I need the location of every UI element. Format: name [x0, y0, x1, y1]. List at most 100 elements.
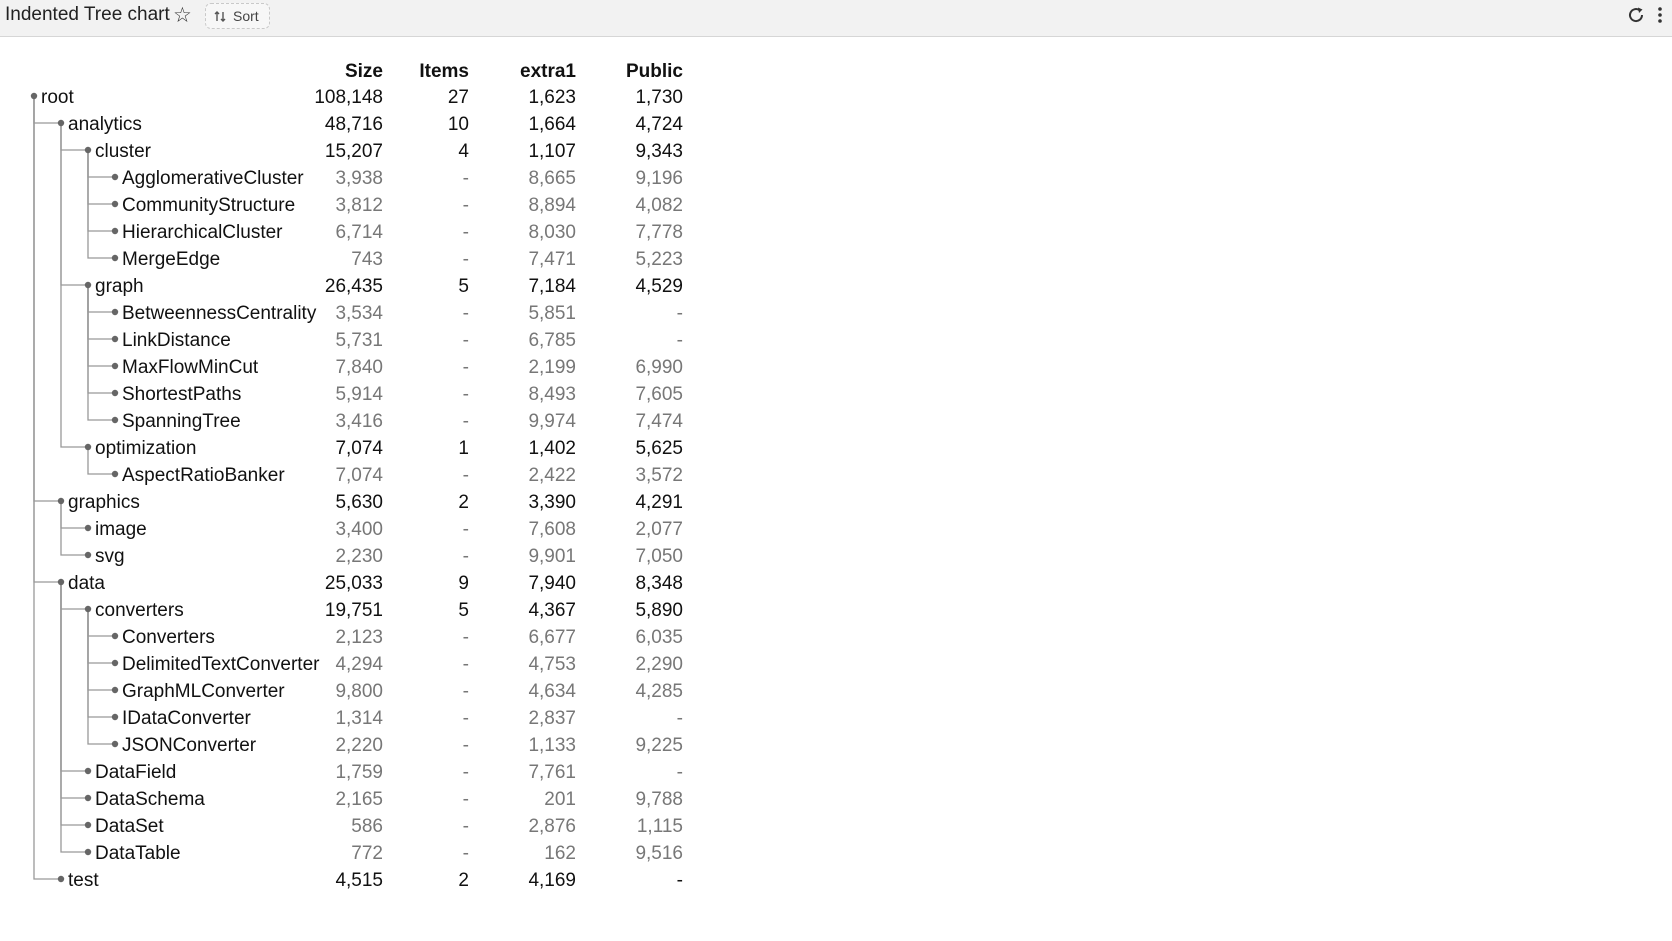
node-label[interactable]: test — [68, 870, 99, 891]
cell-size: 2,165 — [335, 789, 383, 810]
node-label[interactable]: data — [68, 573, 105, 594]
node-label[interactable]: optimization — [95, 438, 196, 459]
star-icon[interactable]: ☆ — [173, 3, 192, 28]
node-label[interactable]: graph — [95, 276, 144, 297]
node-label[interactable]: LinkDistance — [122, 330, 231, 351]
cell-extra1: 162 — [544, 843, 576, 864]
cell-size: 26,435 — [325, 276, 383, 297]
cell-size: 7,840 — [335, 357, 383, 378]
cell-public: - — [677, 870, 683, 891]
node-label[interactable]: SpanningTree — [122, 411, 241, 432]
node-label[interactable]: graphics — [68, 492, 140, 513]
cell-public: - — [677, 330, 683, 351]
cell-items: - — [463, 357, 469, 378]
node-dot — [84, 551, 92, 559]
node-label[interactable]: Converters — [122, 627, 215, 648]
node-label[interactable]: BetweennessCentrality — [122, 303, 317, 324]
cell-extra1: 1,402 — [528, 438, 576, 459]
tree-link — [60, 582, 88, 799]
cell-extra1: 5,851 — [528, 303, 576, 324]
cell-public: 5,890 — [635, 600, 683, 621]
tree-svg: Size Items extra1 Public root 108,148 27 1,623 1… — [30, 61, 683, 891]
cell-extra1: 201 — [544, 789, 576, 810]
cell-size: 3,400 — [335, 519, 383, 540]
node-label[interactable]: DataTable — [95, 843, 181, 864]
cell-size: 3,938 — [335, 168, 383, 189]
cell-items: - — [463, 384, 469, 405]
cell-size: 108,148 — [314, 87, 383, 108]
tree-link — [87, 285, 115, 421]
column-header: Size — [345, 61, 383, 82]
node-label[interactable]: DataField — [95, 762, 176, 783]
cell-items: - — [463, 411, 469, 432]
cell-public: 9,343 — [635, 141, 683, 162]
cell-public: 9,196 — [635, 168, 683, 189]
node-dot — [84, 821, 92, 829]
tree-link — [60, 582, 88, 772]
node-dot — [57, 875, 65, 883]
cell-size: 4,515 — [335, 870, 383, 891]
cell-extra1: 6,677 — [528, 627, 576, 648]
node-label[interactable]: converters — [95, 600, 184, 621]
cell-extra1: 8,030 — [528, 222, 576, 243]
cell-public: 4,291 — [635, 492, 683, 513]
cell-items: 9 — [458, 573, 469, 594]
node-dot — [84, 146, 92, 154]
node-label[interactable]: cluster — [95, 141, 152, 162]
sort-button[interactable]: Sort — [205, 3, 270, 29]
sort-icon — [214, 10, 226, 22]
cell-public: 9,516 — [635, 843, 683, 864]
node-dot — [84, 443, 92, 451]
chart-title: Indented Tree chart — [5, 4, 170, 25]
tree-link — [33, 96, 61, 583]
node-label[interactable]: DelimitedTextConverter — [122, 654, 320, 675]
refresh-icon[interactable] — [1626, 5, 1646, 25]
node-label[interactable]: JSONConverter — [122, 735, 257, 756]
node-label[interactable]: ShortestPaths — [122, 384, 241, 405]
node-label[interactable]: AspectRatioBanker — [122, 465, 285, 486]
node-label[interactable]: MergeEdge — [122, 249, 220, 270]
cell-size: 5,731 — [335, 330, 383, 351]
node-label[interactable]: MaxFlowMinCut — [122, 357, 259, 378]
cell-size: 19,751 — [325, 600, 383, 621]
node-label[interactable]: DataSchema — [95, 789, 205, 810]
cell-public: - — [677, 762, 683, 783]
cell-public: 3,572 — [635, 465, 683, 486]
tree-link — [33, 96, 61, 880]
cell-items: - — [463, 330, 469, 351]
node-label[interactable]: AgglomerativeCluster — [122, 168, 304, 189]
node-label[interactable]: DataSet — [95, 816, 164, 837]
cell-extra1: 9,901 — [528, 546, 576, 567]
tree-link — [60, 582, 88, 853]
node-dot — [84, 524, 92, 532]
cell-extra1: 7,761 — [528, 762, 576, 783]
node-label[interactable]: analytics — [68, 114, 142, 135]
cell-public: 4,082 — [635, 195, 683, 216]
node-label[interactable]: image — [95, 519, 147, 540]
node-label[interactable]: GraphMLConverter — [122, 681, 285, 702]
cell-extra1: 2,199 — [528, 357, 576, 378]
node-label[interactable]: svg — [95, 546, 125, 567]
node-label[interactable]: CommunityStructure — [122, 195, 295, 216]
cell-public: 4,724 — [635, 114, 683, 135]
cell-public: 4,529 — [635, 276, 683, 297]
cell-items: - — [463, 519, 469, 540]
node-label[interactable]: IDataConverter — [122, 708, 252, 729]
node-dot — [111, 416, 119, 424]
cell-size: 25,033 — [325, 573, 383, 594]
cell-size: 3,534 — [335, 303, 383, 324]
cell-items: - — [463, 222, 469, 243]
node-label[interactable]: HierarchicalCluster — [122, 222, 283, 243]
cell-public: - — [677, 303, 683, 324]
cell-items: - — [463, 654, 469, 675]
cell-public: 6,990 — [635, 357, 683, 378]
cell-public: 4,285 — [635, 681, 683, 702]
cell-public: 5,625 — [635, 438, 683, 459]
node-dot — [111, 740, 119, 748]
cell-public: 2,077 — [635, 519, 683, 540]
more-icon[interactable] — [1656, 5, 1664, 25]
cell-size: 7,074 — [335, 438, 383, 459]
node-label[interactable]: root — [41, 87, 74, 108]
cell-size: 5,630 — [335, 492, 383, 513]
cell-extra1: 2,837 — [528, 708, 576, 729]
